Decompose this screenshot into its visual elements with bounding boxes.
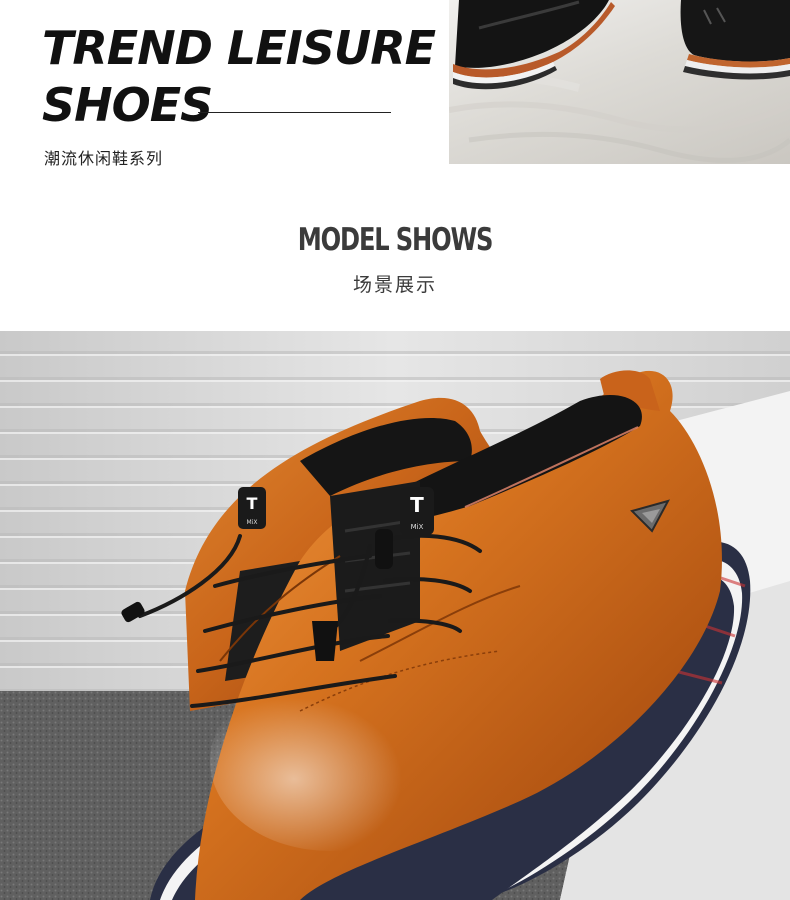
left-black-shoe <box>453 0 615 90</box>
pull-tab-left-letter: T <box>247 494 258 513</box>
pull-tab-right-letter: T <box>410 493 424 517</box>
black-shoes-illustration <box>449 0 790 163</box>
section-subtitle: 场景展示 <box>352 274 437 296</box>
section-title: MODEL SHOWS <box>297 222 494 258</box>
right-black-shoe <box>680 0 790 80</box>
tan-shoes-illustration: T MiX T MiX <box>0 331 790 900</box>
hero-title: TREND LEISURE SHOES <box>42 20 436 134</box>
hero-subtitle: 潮流休闲鞋系列 <box>44 149 164 168</box>
black-shoes-photo <box>449 0 790 164</box>
pull-tab-right-text: MiX <box>411 523 424 531</box>
lace-lock-center <box>375 529 393 569</box>
hero-title-line-1: TREND LEISURE <box>42 21 436 75</box>
lace-tip <box>312 621 338 661</box>
tan-shoes-photo: T MiX T MiX <box>0 331 790 900</box>
hero-divider <box>198 112 391 113</box>
hero-title-line-2: SHOES <box>42 78 213 132</box>
pull-tab-left-text: MiX <box>247 519 258 526</box>
